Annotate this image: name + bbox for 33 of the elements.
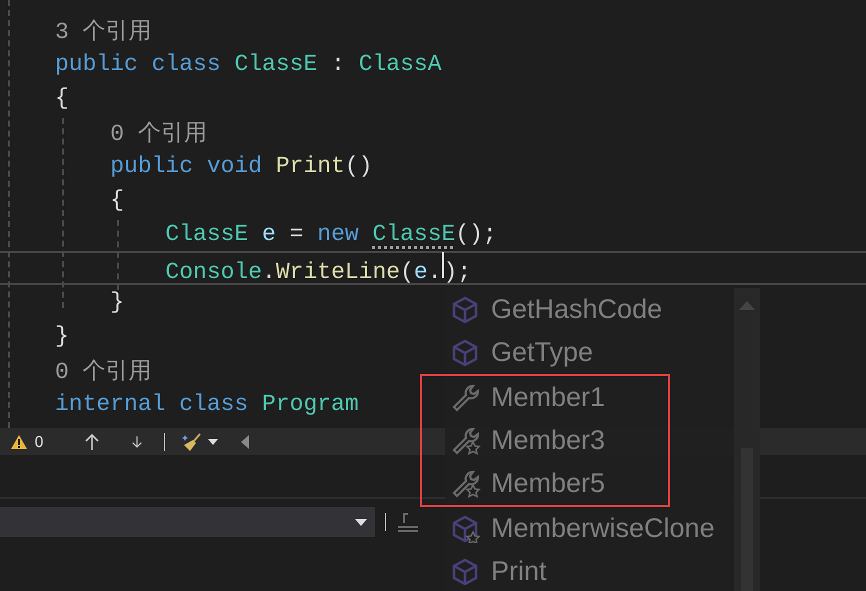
caret-icon <box>208 438 218 444</box>
warning-count[interactable]: 0 <box>2 432 52 450</box>
wrench-icon <box>451 382 481 412</box>
code-text: ClassE e = new ClassE(); <box>164 221 497 247</box>
completion-item[interactable]: GetType <box>445 331 734 374</box>
wrap-icon[interactable] <box>396 511 420 533</box>
code-text: public class ClassE : ClassA <box>55 51 442 77</box>
completion-item[interactable]: MemberwiseClone <box>445 507 734 550</box>
left-triangle-icon <box>241 434 249 448</box>
completion-item[interactable]: Member1 <box>445 376 668 419</box>
code-text: } <box>55 323 69 349</box>
completion-item[interactable]: Member5 <box>445 462 668 505</box>
reference-count[interactable]: 0 个引用 <box>55 354 152 386</box>
code-text: { <box>55 85 69 111</box>
completion-item[interactable]: Print <box>445 550 734 591</box>
cube-star-icon <box>451 514 481 542</box>
reference-count[interactable]: 3 个引用 <box>55 14 152 46</box>
reference-count[interactable]: 0 个引用 <box>55 116 207 148</box>
code-text: public void Print() <box>109 153 372 179</box>
warning-icon <box>10 434 28 450</box>
code-text: internal class Program <box>55 391 359 417</box>
code-text: } <box>109 289 124 315</box>
caret-icon <box>355 518 367 526</box>
wrench-star-icon <box>451 426 481 456</box>
code-text: Console.WriteLine(e.); <box>55 252 472 284</box>
code-text: { <box>109 187 124 213</box>
completion-item[interactable]: Member3 <box>445 419 668 462</box>
up-arrow-icon <box>85 432 99 450</box>
completion-item[interactable]: GetHashCode <box>445 288 734 331</box>
scrollbar[interactable] <box>734 288 760 591</box>
scroll-up-icon[interactable] <box>739 301 755 310</box>
broom-icon <box>182 432 202 452</box>
wrench-star-icon <box>451 468 481 498</box>
